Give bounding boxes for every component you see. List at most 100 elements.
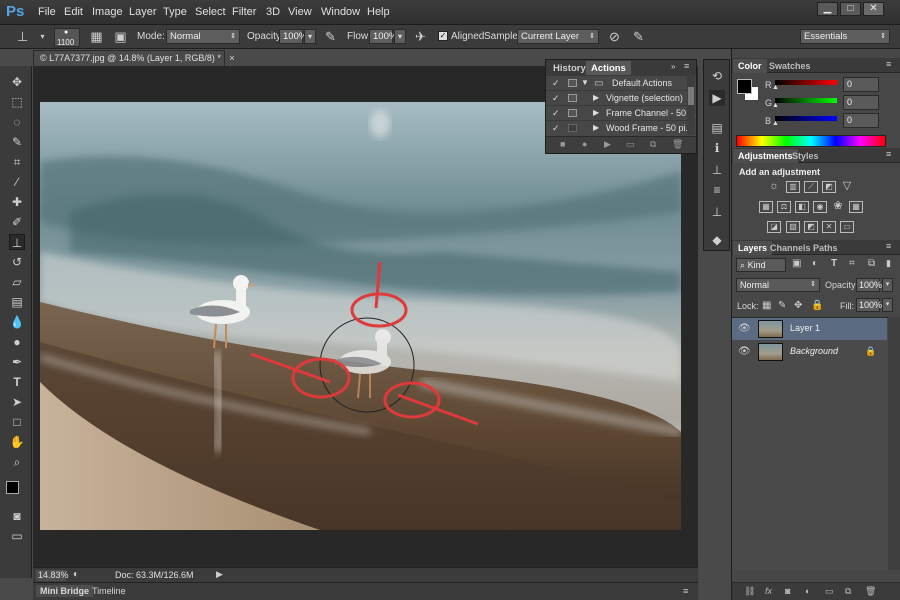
rectangle-tool-icon[interactable]: □	[9, 414, 25, 430]
menu-help[interactable]: Help	[367, 6, 390, 18]
sample-select[interactable]: Current Layer ⇕	[517, 29, 599, 44]
dialog-toggle-icon[interactable]	[568, 109, 577, 117]
action-row[interactable]: ✓ ▶ Wood Frame - 50 pi...	[546, 120, 693, 135]
check-icon[interactable]: ✓	[552, 91, 560, 105]
expand-triangle-icon[interactable]: ▶	[593, 91, 599, 105]
exposure-icon[interactable]: ◩	[822, 181, 836, 193]
layers-scrollbar[interactable]	[888, 317, 900, 570]
opacity-input[interactable]: 100%	[279, 29, 307, 44]
menu-view[interactable]: View	[288, 6, 312, 18]
lock-position-icon[interactable]: ✥	[794, 300, 802, 311]
flow-input[interactable]: 100%	[369, 29, 397, 44]
color-balance-icon[interactable]: ⚖	[777, 201, 791, 213]
pixel-filter-icon[interactable]: ▣	[792, 258, 801, 269]
clone-source-icon[interactable]: ▣	[112, 28, 129, 45]
lock-pixels-icon[interactable]: ✎	[778, 300, 786, 311]
menu-filter[interactable]: Filter	[232, 6, 256, 18]
clone-source-panel-icon[interactable]: ⊥	[709, 162, 725, 178]
threshold-icon[interactable]: ◩	[804, 221, 818, 233]
zoom-tool-icon[interactable]: ⌕	[9, 454, 25, 470]
smart-object-filter-icon[interactable]: ⧉	[868, 258, 875, 269]
tab-swatches[interactable]: Swatches	[764, 59, 816, 73]
expand-triangle-icon[interactable]: ▶	[593, 106, 599, 120]
fill-input[interactable]: 100%	[856, 298, 882, 312]
menu-file[interactable]: File	[38, 6, 56, 18]
panel-menu-icon[interactable]: ≡	[886, 59, 891, 69]
blur-tool-icon[interactable]: 💧	[9, 314, 25, 330]
menu-window[interactable]: Window	[321, 6, 360, 18]
gradient-tool-icon[interactable]: ▤	[9, 294, 25, 310]
dialog-toggle-icon[interactable]	[568, 94, 577, 102]
preset-dropdown-icon[interactable]: ▾	[34, 28, 51, 45]
check-icon[interactable]: ✓	[552, 121, 560, 135]
visibility-eye-icon[interactable]: 👁	[738, 323, 751, 334]
fx-icon[interactable]: fx	[765, 586, 772, 596]
pressure-opacity-icon[interactable]: ✎	[322, 28, 339, 45]
crop-tool-icon[interactable]: ⌗	[9, 154, 25, 170]
menu-edit[interactable]: Edit	[64, 6, 83, 18]
new-set-icon[interactable]: ▭	[626, 139, 635, 150]
blue-slider[interactable]	[775, 116, 837, 121]
menu-3d[interactable]: 3D	[266, 6, 280, 18]
tab-styles[interactable]: Styles	[787, 149, 824, 163]
check-icon[interactable]: ✓	[552, 76, 560, 90]
tab-history[interactable]: History	[548, 61, 591, 76]
tab-mini-bridge[interactable]: Mini Bridge	[36, 585, 93, 597]
clone-stamp-tool-icon[interactable]: ⊥	[9, 234, 25, 250]
lock-all-icon[interactable]: 🔒	[811, 300, 823, 311]
tab-paths[interactable]: Paths	[808, 241, 843, 255]
pen-tool-icon[interactable]: ✒	[9, 354, 25, 370]
clone-stamp-icon[interactable]: ⊥	[14, 28, 31, 45]
color-lookup-icon[interactable]: ▦	[849, 201, 863, 213]
trash-icon[interactable]: 🗑	[672, 139, 683, 150]
tool-presets-icon[interactable]: ⊥	[709, 204, 725, 220]
quick-select-tool-icon[interactable]: ✎	[9, 134, 25, 150]
3d-panel-icon[interactable]: ◆	[709, 232, 725, 248]
brightness-icon[interactable]: ☼	[767, 181, 781, 193]
channel-mixer-icon[interactable]: ❀	[831, 201, 845, 213]
photo-filter-icon[interactable]: ◉	[813, 201, 827, 213]
tab-color[interactable]: Color	[733, 59, 767, 73]
healing-brush-tool-icon[interactable]: ✚	[9, 194, 25, 210]
hand-tool-icon[interactable]: ✋	[9, 434, 25, 450]
dialog-toggle-icon[interactable]	[568, 124, 577, 132]
action-row[interactable]: ✓ ▼ ▭ Default Actions	[546, 75, 687, 90]
levels-icon[interactable]: ▥	[786, 181, 800, 193]
actions-panel-icon[interactable]: ▶	[709, 90, 725, 106]
layer-row[interactable]: 👁 Background 🔒	[732, 341, 887, 363]
shape-filter-icon[interactable]: ⌗	[849, 258, 855, 269]
blue-value-input[interactable]: 0	[843, 113, 879, 128]
airbrush-icon[interactable]: ✈	[412, 28, 429, 45]
invert-icon[interactable]: ◪	[767, 221, 781, 233]
brush-preset-picker[interactable]: ● 1100	[54, 28, 80, 47]
menu-select[interactable]: Select	[195, 6, 226, 18]
marquee-tool-icon[interactable]: ⬚	[9, 94, 25, 110]
opacity-dropdown-icon[interactable]: ▾	[882, 278, 893, 292]
adjustment-layer-icon[interactable]: ◐	[805, 586, 810, 596]
red-value-input[interactable]: 0	[843, 77, 879, 92]
green-value-input[interactable]: 0	[843, 95, 879, 110]
actions-scrollbar[interactable]	[687, 75, 695, 135]
quick-mask-icon[interactable]: ◙	[9, 508, 25, 524]
hue-saturation-icon[interactable]: ▦	[759, 201, 773, 213]
lasso-tool-icon[interactable]: ◌	[9, 114, 25, 130]
workspace-select[interactable]: Essentials ⇕	[800, 29, 890, 44]
visibility-eye-icon[interactable]: 👁	[738, 346, 751, 357]
red-slider[interactable]	[775, 80, 837, 85]
check-icon[interactable]: ✓	[552, 106, 560, 120]
path-select-tool-icon[interactable]: ➤	[9, 394, 25, 410]
new-action-icon[interactable]: ⧉	[650, 139, 656, 150]
brush-presets-icon[interactable]: ≡	[709, 182, 725, 198]
new-layer-icon[interactable]: ⧉	[845, 586, 851, 597]
info-panel-icon[interactable]: ℹ	[709, 140, 725, 156]
document-tab[interactable]: © L77A7377.jpg @ 14.8% (Layer 1, RGB/8) …	[33, 50, 235, 66]
stop-icon[interactable]: ■	[560, 139, 565, 149]
adjustment-filter-icon[interactable]: ◐	[812, 258, 818, 269]
gradient-map-icon[interactable]: ▭	[840, 221, 854, 233]
black-white-icon[interactable]: ◧	[795, 201, 809, 213]
collapse-icon[interactable]: »	[671, 62, 675, 71]
panel-menu-icon[interactable]: ≡	[886, 149, 891, 159]
maximize-button[interactable]: □	[840, 2, 861, 16]
dodge-tool-icon[interactable]: ●	[9, 334, 25, 350]
screen-mode-icon[interactable]: ▭	[9, 528, 25, 544]
